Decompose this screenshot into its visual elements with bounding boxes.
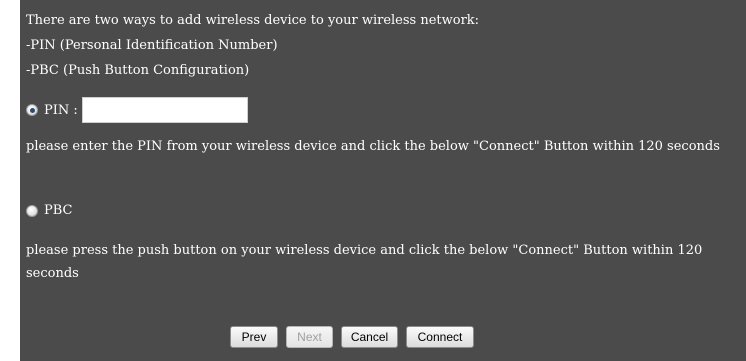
pbc-description: please press the push button on your wir…: [26, 243, 703, 281]
pin-input[interactable]: [81, 97, 248, 123]
pin-label: PIN :: [44, 102, 78, 118]
pbc-radio[interactable]: [26, 204, 38, 217]
intro-line-1: There are two ways to add wireless devic…: [26, 13, 480, 28]
prev-button[interactable]: Prev: [230, 326, 278, 348]
next-button[interactable]: Next: [286, 326, 333, 348]
connect-button[interactable]: Connect: [406, 326, 474, 348]
intro-line-pin: -PIN (Personal Identification Number): [26, 38, 278, 53]
button-bar: Prev Next Cancel Connect: [20, 326, 746, 348]
pbc-label: PBC: [44, 203, 73, 218]
intro-line-pbc: -PBC (Push Button Configuration): [26, 63, 250, 78]
cancel-button[interactable]: Cancel: [341, 326, 398, 348]
pin-option-row: PIN :: [26, 97, 248, 123]
pbc-option-row: PBC: [26, 203, 73, 218]
wps-panel: There are two ways to add wireless devic…: [20, 0, 746, 361]
pin-radio[interactable]: [26, 104, 38, 116]
pin-description: please enter the PIN from your wireless …: [26, 139, 720, 154]
